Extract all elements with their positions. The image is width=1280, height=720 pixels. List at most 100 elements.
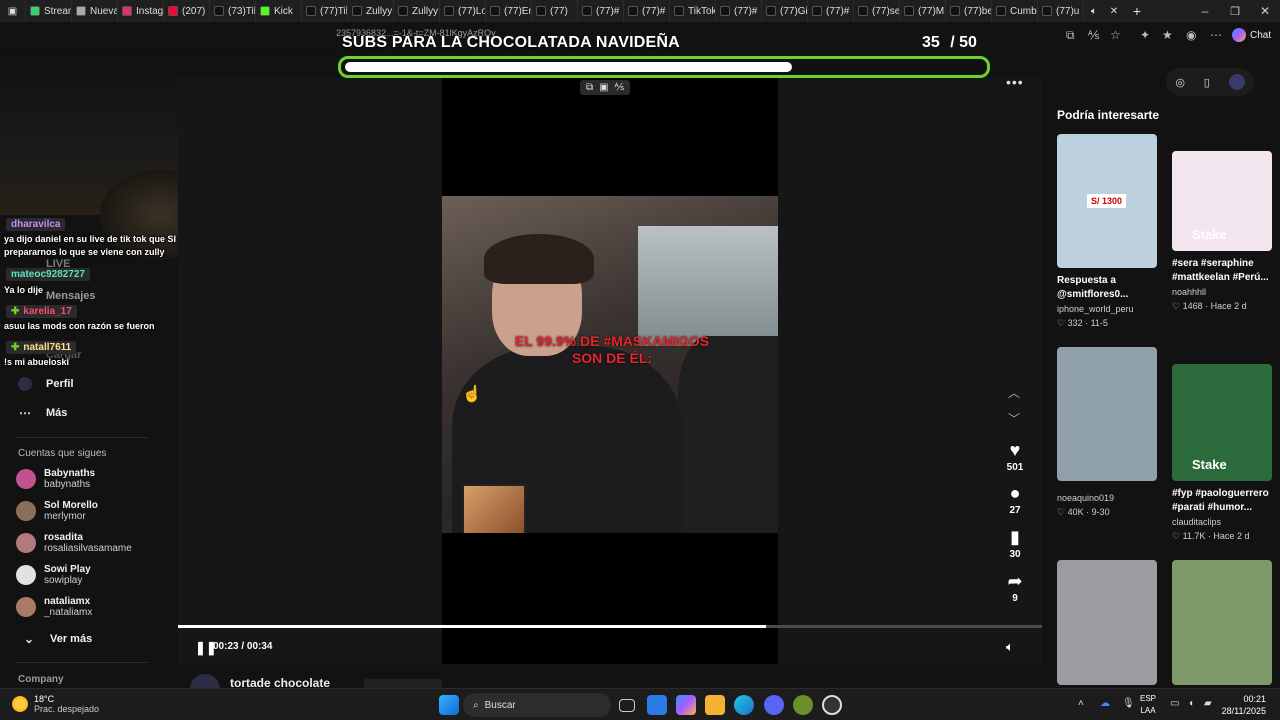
translate-icon[interactable]: ⅍ xyxy=(615,82,624,93)
recommended-title[interactable]: Respuesta a @smitflores0... xyxy=(1057,274,1157,302)
browser-tab[interactable]: (73)Tik xyxy=(210,0,256,22)
tab-actions-button[interactable]: ▣ xyxy=(0,0,26,22)
edge-icon[interactable] xyxy=(734,695,754,715)
miniplayer-icon[interactable]: ▣ xyxy=(599,82,608,93)
recommended-author[interactable]: noeaquino019 xyxy=(1057,493,1114,503)
more-options-icon[interactable]: ••• xyxy=(1006,74,1024,90)
display-icon[interactable]: ▭ xyxy=(1170,698,1179,709)
browser-tab[interactable]: (77)Tik xyxy=(302,0,348,22)
see-more-button[interactable]: ⌄ Ver más xyxy=(22,632,92,646)
close-tab-icon[interactable]: ✕ xyxy=(1104,0,1124,22)
recommended-title[interactable]: #sera #seraphine #mattkeelan #Perú... xyxy=(1172,257,1272,285)
browser-tab[interactable]: (77)# xyxy=(624,0,670,22)
video-content[interactable]: EL 99.9% DE #MASKAMIGOS SON DE ÉL: xyxy=(442,196,778,533)
following-item[interactable]: Sol Morello merlymor xyxy=(16,500,98,522)
speaker-icon[interactable]: ◖ xyxy=(1188,698,1194,709)
taskbar-clock[interactable]: 00:21 28/11/2025 xyxy=(1220,693,1266,717)
browser-tab[interactable]: (77)# xyxy=(578,0,624,22)
browser-tab[interactable]: (77)Lo xyxy=(440,0,486,22)
compass-icon[interactable]: ◎ xyxy=(1175,76,1185,89)
chat-username[interactable]: mateoc9282727 xyxy=(6,268,90,281)
chat-username[interactable]: dharavilca xyxy=(6,218,66,231)
app-icon[interactable] xyxy=(793,695,813,715)
next-video-icon[interactable]: ﹀ xyxy=(1008,410,1020,427)
following-item[interactable]: Sowi Play sowiplay xyxy=(16,564,91,586)
browser-tab[interactable]: (207) xyxy=(164,0,210,22)
browser-tab[interactable]: (77)Gi xyxy=(762,0,808,22)
minimize-button[interactable]: – xyxy=(1190,0,1220,22)
open-external-icon[interactable]: ⧉ xyxy=(1066,28,1075,43)
following-item[interactable]: nataliamx _nataliamx xyxy=(16,596,92,618)
comment-action[interactable]: ● 27 xyxy=(1002,483,1028,516)
recommended-thumbnail[interactable]: Stake xyxy=(1172,151,1272,251)
browser-tab[interactable]: (77)# xyxy=(716,0,762,22)
translate-icon[interactable]: ⅍ xyxy=(1088,28,1099,42)
chat-username[interactable]: ✚ karelia_17 xyxy=(6,305,77,318)
weather-widget[interactable]: 18°C Prac. despejado xyxy=(12,694,99,714)
browser-tab[interactable]: (77)se xyxy=(854,0,900,22)
browser-tab[interactable]: (77)u xyxy=(1038,0,1084,22)
sidebar-item-more[interactable]: ⋯ Más xyxy=(18,406,67,420)
taskbar-search[interactable]: ⌕ Buscar xyxy=(463,693,611,717)
video-progress-bar[interactable] xyxy=(178,625,1042,628)
language-indicator[interactable]: ESP LAA xyxy=(1140,693,1156,717)
see-more-label: Ver más xyxy=(50,633,93,645)
extensions-icon[interactable]: ✦ xyxy=(1140,28,1150,42)
browser-tab[interactable]: (77)be xyxy=(946,0,992,22)
tray-chevron-icon[interactable]: ˄ xyxy=(1078,698,1084,709)
microphone-icon[interactable]: 🎙︎ xyxy=(1122,698,1135,709)
browser-tab[interactable]: Cumb xyxy=(992,0,1038,22)
browser-tab[interactable]: (77)# xyxy=(808,0,854,22)
recommended-thumbnail[interactable] xyxy=(1057,560,1157,685)
tab-audio-icon[interactable]: 🔈︎ xyxy=(1084,0,1104,22)
browser-tab[interactable]: (77) xyxy=(532,0,578,22)
sidebar-item-profile[interactable]: Perfil xyxy=(18,377,74,391)
company-link[interactable]: Company xyxy=(18,674,64,685)
copilot-icon[interactable] xyxy=(676,695,696,715)
browser-tab[interactable]: (77)M xyxy=(900,0,946,22)
recommended-title[interactable]: #fyp #paologuerrero #parati #humor... xyxy=(1172,487,1272,515)
previous-video-icon[interactable]: ︿ xyxy=(1008,384,1020,401)
copilot-chat-button[interactable]: Chat xyxy=(1232,28,1271,42)
device-icon[interactable]: ▯ xyxy=(1204,76,1210,89)
following-item[interactable]: Babynaths babynaths xyxy=(16,468,95,490)
browser-tab[interactable]: Zullyy xyxy=(348,0,394,22)
discord-icon[interactable] xyxy=(764,695,784,715)
heart-action[interactable]: ♥ 501 xyxy=(1002,440,1028,473)
user-avatar-icon[interactable] xyxy=(1228,74,1245,90)
browser-tab[interactable]: Stream xyxy=(26,0,72,22)
browser-tab[interactable]: Zullyy xyxy=(394,0,440,22)
collections-icon[interactable]: ★ xyxy=(1162,28,1173,42)
bookmark-action[interactable]: ▮ 30 xyxy=(1002,527,1028,560)
obs-icon[interactable] xyxy=(822,695,842,715)
recommended-thumbnail[interactable]: S/ 1300 xyxy=(1057,134,1157,268)
onedrive-icon[interactable]: ☁ xyxy=(1100,698,1110,709)
close-window-button[interactable]: ✕ xyxy=(1250,0,1280,22)
recommended-thumbnail[interactable]: Stake xyxy=(1172,364,1272,481)
profile-icon[interactable]: ◉ xyxy=(1186,28,1196,42)
recommended-author[interactable]: clauditaclips xyxy=(1172,517,1221,527)
browser-tab[interactable]: (77)En xyxy=(486,0,532,22)
favorite-icon[interactable]: ☆ xyxy=(1110,28,1121,42)
browser-tab[interactable]: Kick xyxy=(256,0,302,22)
browser-menu-icon[interactable]: ⋯ xyxy=(1210,28,1222,42)
maximize-button[interactable]: ❐ xyxy=(1220,0,1250,22)
file-explorer-icon[interactable] xyxy=(705,695,725,715)
browser-tab[interactable]: TikTok xyxy=(670,0,716,22)
pip-icon[interactable]: ⧉ xyxy=(586,82,593,93)
following-item[interactable]: rosadita rosaliasilvasamame xyxy=(16,532,132,554)
start-menu-icon[interactable] xyxy=(439,695,459,715)
recommended-author[interactable]: noahhhll xyxy=(1172,287,1206,297)
share-action[interactable]: ➦ 9 xyxy=(1002,571,1028,604)
new-tab-button[interactable]: + xyxy=(1124,0,1150,22)
store-icon[interactable] xyxy=(647,695,667,715)
chat-username[interactable]: ✚ natall7611 xyxy=(6,341,77,354)
browser-tab[interactable]: Instag xyxy=(118,0,164,22)
recommended-thumbnail[interactable] xyxy=(1057,347,1157,481)
recommended-thumbnail[interactable] xyxy=(1172,560,1272,685)
browser-tab[interactable]: Nueva xyxy=(72,0,118,22)
recommended-author[interactable]: iphone_world_peru xyxy=(1057,304,1134,314)
task-view-icon[interactable] xyxy=(619,699,635,712)
volume-icon[interactable]: 🔈︎ xyxy=(1006,639,1014,655)
battery-icon[interactable]: ▰ xyxy=(1204,698,1212,709)
